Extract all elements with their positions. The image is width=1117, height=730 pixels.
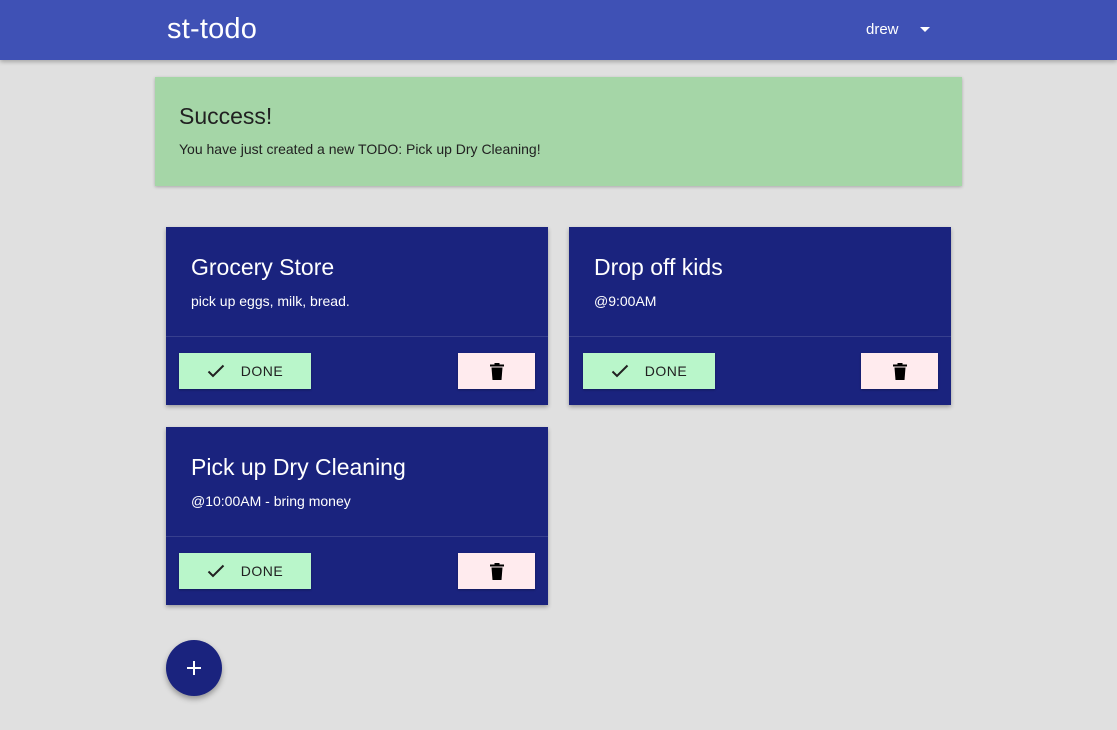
card-divider — [166, 536, 548, 537]
trash-icon — [489, 562, 504, 580]
todo-description: pick up eggs, milk, bread. — [191, 293, 350, 309]
alert-message: You have just created a new TODO: Pick u… — [179, 141, 541, 157]
delete-button[interactable] — [861, 353, 938, 389]
done-button[interactable]: DONE — [179, 353, 311, 389]
trash-icon — [892, 362, 907, 380]
todo-card: Grocery Store pick up eggs, milk, bread.… — [166, 227, 548, 405]
todo-card: Drop off kids @9:00AM DONE — [569, 227, 951, 405]
todo-title: Pick up Dry Cleaning — [191, 454, 406, 480]
alert-title: Success! — [179, 103, 273, 129]
plus-icon — [187, 661, 201, 675]
done-button-label: DONE — [240, 363, 284, 379]
todo-description: @9:00AM — [594, 293, 657, 309]
user-menu[interactable]: drew — [856, 14, 940, 44]
user-name: drew — [866, 20, 899, 38]
app-title[interactable]: st-todo — [167, 12, 257, 46]
todo-card: Pick up Dry Cleaning @10:00AM - bring mo… — [166, 427, 548, 605]
todo-title: Drop off kids — [594, 254, 723, 280]
trash-icon — [489, 362, 504, 380]
done-button-label: DONE — [240, 563, 284, 579]
done-button[interactable]: DONE — [583, 353, 715, 389]
check-icon — [207, 364, 224, 378]
todo-title: Grocery Store — [191, 254, 335, 280]
done-button[interactable]: DONE — [179, 553, 311, 589]
todo-description: @10:00AM - bring money — [191, 493, 351, 509]
add-todo-button[interactable] — [166, 640, 222, 696]
delete-button[interactable] — [458, 353, 535, 389]
app-bar: st-todo drew — [0, 0, 1117, 60]
check-icon — [207, 564, 224, 578]
card-divider — [569, 336, 951, 337]
success-alert: Success! You have just created a new TOD… — [155, 77, 962, 186]
check-icon — [611, 364, 628, 378]
done-button-label: DONE — [644, 363, 688, 379]
card-divider — [166, 336, 548, 337]
caret-down-icon — [919, 26, 930, 32]
delete-button[interactable] — [458, 553, 535, 589]
